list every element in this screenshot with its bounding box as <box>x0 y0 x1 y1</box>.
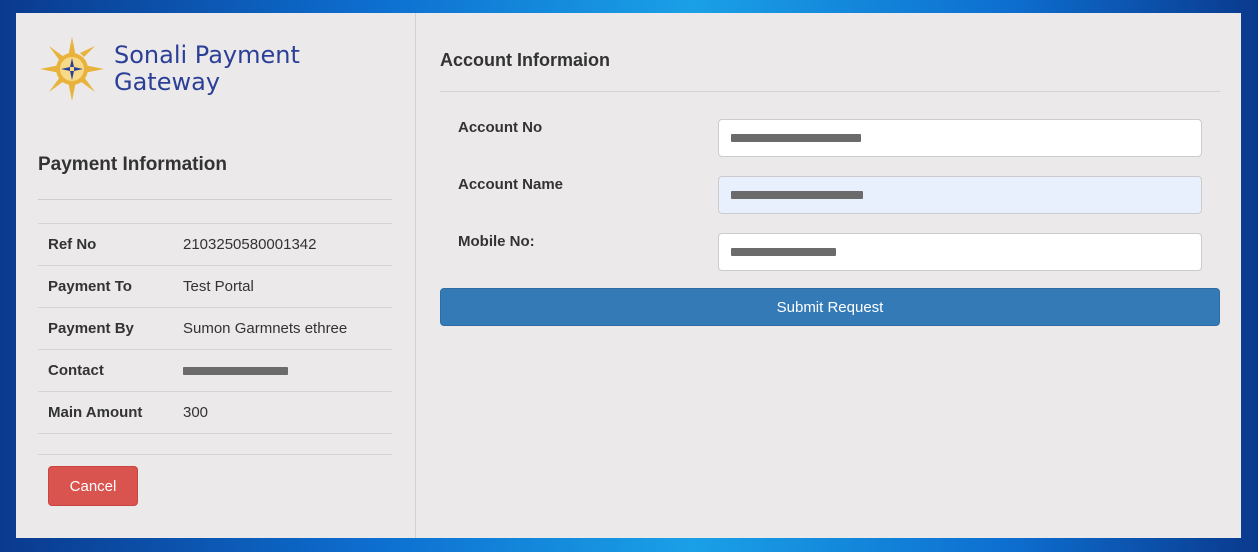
mobile-no-label: Mobile No: <box>458 233 535 250</box>
payment-info-table: Ref No 2103250580001342 Payment To Test … <box>38 223 392 434</box>
contact-label: Contact <box>48 362 104 379</box>
payment-by-value: Sumon Garmnets ethree <box>183 320 348 337</box>
payment-by-label: Payment By <box>48 320 134 337</box>
account-no-row: Account No <box>440 119 1220 159</box>
account-no-input[interactable] <box>718 119 1202 157</box>
main-amount-value: 300 <box>183 404 209 421</box>
table-row: Contact <box>38 349 392 392</box>
submit-request-button[interactable]: Submit Request <box>440 288 1220 326</box>
divider <box>440 91 1220 92</box>
brand-name: Sonali Payment Gateway <box>114 42 300 96</box>
table-row: Main Amount 300 <box>38 391 392 434</box>
brand-name-line2: Gateway <box>114 68 221 96</box>
table-row: Payment To Test Portal <box>38 265 392 308</box>
mobile-no-input[interactable] <box>718 233 1202 271</box>
brand-name-line1: Sonali Payment <box>114 41 300 69</box>
payment-to-label: Payment To <box>48 278 132 295</box>
divider <box>38 454 392 455</box>
ref-no-value: 2103250580001342 <box>183 236 317 253</box>
mobile-no-row: Mobile No: <box>440 233 1220 273</box>
account-info-panel: Account Informaion Account No Account Na… <box>416 13 1241 538</box>
account-name-input[interactable] <box>718 176 1202 214</box>
account-no-label: Account No <box>458 119 543 136</box>
divider <box>38 199 392 200</box>
payment-info-panel: Sonali Payment Gateway Payment Informati… <box>16 13 416 538</box>
table-row: Payment By Sumon Garmnets ethree <box>38 307 392 350</box>
redacted-account-name <box>731 191 863 199</box>
payment-window: Sonali Payment Gateway Payment Informati… <box>16 13 1241 538</box>
ref-no-label: Ref No <box>48 236 97 253</box>
redacted-contact <box>183 367 288 376</box>
redacted-account-no <box>731 134 861 142</box>
brand-logo: Sonali Payment Gateway <box>40 37 300 101</box>
table-row: Ref No 2103250580001342 <box>38 223 392 266</box>
sun-compass-logo-icon <box>40 37 104 101</box>
contact-value <box>173 350 392 392</box>
cancel-button[interactable]: Cancel <box>48 466 138 506</box>
account-name-label: Account Name <box>458 176 564 193</box>
account-name-row: Account Name <box>440 176 1220 216</box>
payment-to-value: Test Portal <box>183 278 254 295</box>
main-amount-label: Main Amount <box>48 404 143 421</box>
payment-info-title: Payment Information <box>38 154 227 175</box>
account-info-title: Account Informaion <box>440 50 610 70</box>
redacted-mobile-no <box>731 248 836 256</box>
